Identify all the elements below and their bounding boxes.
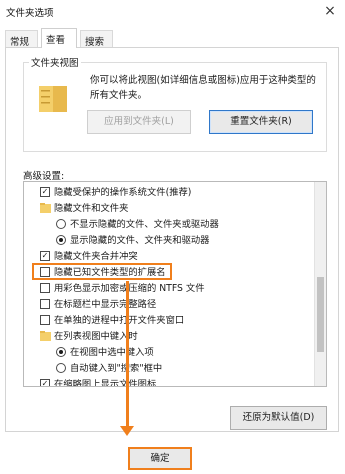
checkbox-hide-protected-os[interactable]: ✓	[40, 187, 50, 197]
advanced-settings-label: 高级设置:	[23, 171, 65, 182]
restore-defaults-button[interactable]: 还原为默认值(D)	[230, 406, 327, 430]
folder-views-description: 你可以将此视图(如详细信息或图标)应用于这种类型的所有文件夹。	[90, 75, 316, 101]
close-icon[interactable]: ×	[319, 1, 341, 21]
reset-folders-button[interactable]: 重置文件夹(R)	[209, 110, 313, 134]
advanced-settings-list: ✓ 隐藏受保护的操作系统文件(推荐) 隐藏文件和文件夹 不显示隐藏的文件、文件夹…	[23, 181, 327, 387]
scrollbar-thumb[interactable]	[317, 277, 324, 352]
radio-dont-show-hidden[interactable]	[56, 219, 66, 229]
tab-general[interactable]: 常规	[5, 30, 38, 48]
folder-icon	[40, 331, 51, 341]
arrow-line	[126, 281, 129, 429]
title-bar: 文件夹选项 ×	[0, 0, 345, 22]
tab-view[interactable]: 查看	[41, 28, 77, 48]
radio-type-search[interactable]	[56, 363, 66, 373]
folder-views-label: 文件夹视图	[29, 55, 81, 69]
checkbox-hide-merge-conflicts[interactable]: ✓	[40, 251, 50, 261]
tab-search[interactable]: 搜索	[80, 30, 113, 48]
arrow-down-icon	[120, 426, 134, 436]
ok-button[interactable]: 确定	[128, 447, 192, 470]
checkbox-full-path[interactable]	[40, 299, 50, 309]
checkbox-color-ntfs[interactable]	[40, 283, 50, 293]
radio-show-hidden[interactable]	[56, 235, 66, 245]
highlight-box	[32, 263, 172, 280]
checkbox-thumbnail-icons[interactable]: ✓	[40, 379, 50, 386]
list-scrollbar[interactable]	[314, 182, 326, 386]
folder-icon	[40, 203, 51, 213]
apply-to-folders-button[interactable]: 应用到文件夹(L)	[87, 110, 191, 134]
window-title: 文件夹选项	[6, 8, 54, 19]
radio-select-typed[interactable]	[56, 347, 66, 357]
checkbox-separate-process[interactable]	[40, 315, 50, 325]
folder-icon	[39, 86, 67, 112]
